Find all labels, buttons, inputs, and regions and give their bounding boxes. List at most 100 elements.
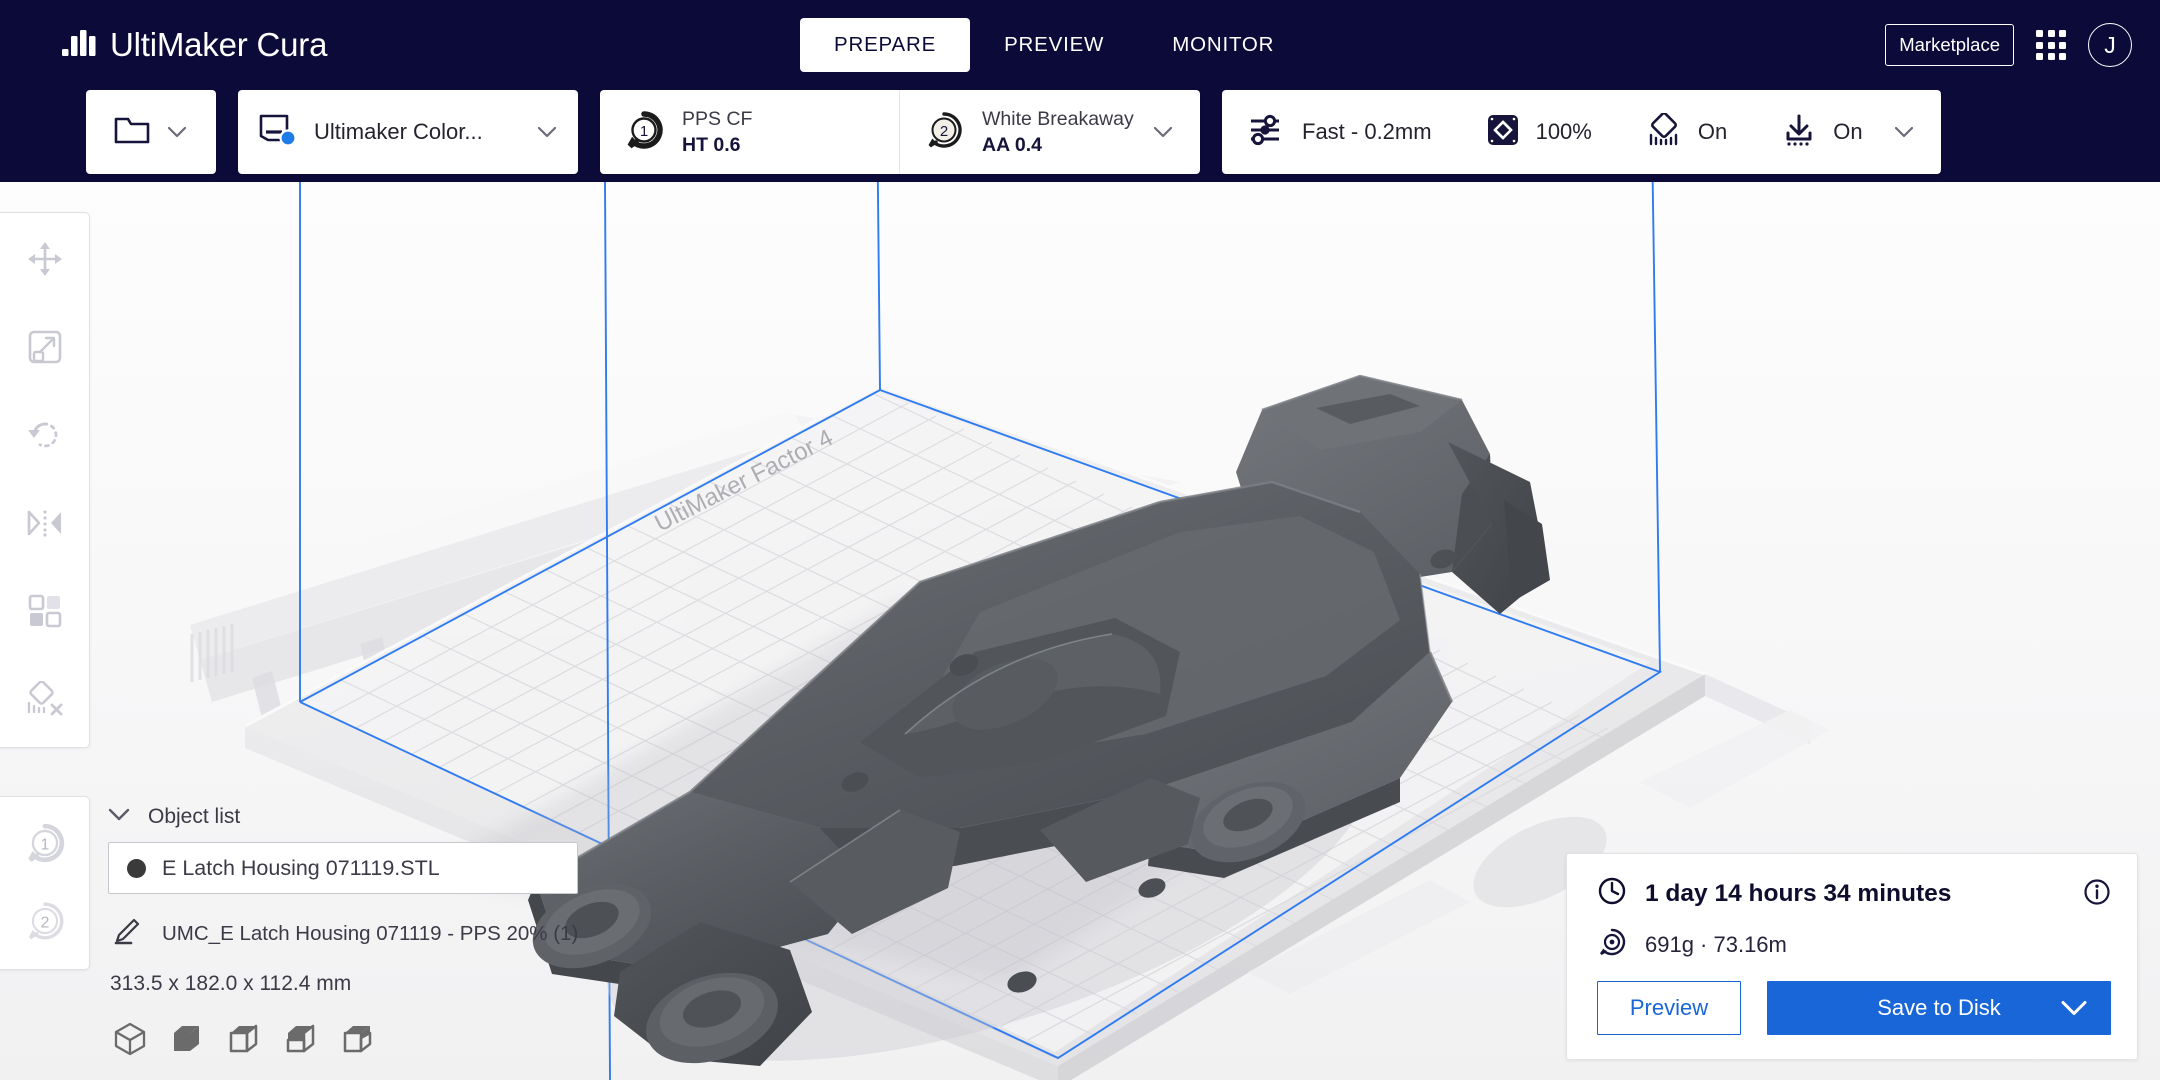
- object-color-dot: [127, 858, 146, 878]
- extruder-config-1[interactable]: 1 PPS CF HT 0.6: [600, 90, 900, 174]
- open-file-button[interactable]: [86, 90, 216, 174]
- chevron-down-icon[interactable]: [536, 121, 558, 143]
- scale-tool[interactable]: [14, 317, 76, 379]
- adhesion-setting-label: On: [1833, 119, 1863, 144]
- cube-right-icon: [340, 1021, 376, 1060]
- material-usage-row: 691g · 73.16m: [1597, 927, 2111, 962]
- per-model-settings-tool[interactable]: [14, 581, 76, 643]
- account-avatar[interactable]: J: [2088, 23, 2132, 67]
- move-tool[interactable]: [14, 229, 76, 291]
- print-settings-card: Fast - 0.2mm 100% On On: [1222, 90, 1941, 174]
- extruder-1-material: PPS CF: [682, 108, 753, 131]
- material-usage: 691g · 73.16m: [1645, 931, 1787, 957]
- scale-icon: [26, 328, 64, 369]
- chevron-down-icon[interactable]: [108, 808, 130, 826]
- apps-grid-icon[interactable]: [2036, 30, 2066, 60]
- printer-selector[interactable]: Ultimaker Color...: [238, 90, 578, 174]
- extruder-config-2[interactable]: 2 White Breakaway AA 0.4: [900, 90, 1200, 174]
- marketplace-button[interactable]: Marketplace: [1885, 24, 2014, 66]
- rotate-tool[interactable]: [14, 405, 76, 467]
- chevron-down-icon[interactable]: [2061, 1001, 2087, 1016]
- view-cube-top[interactable]: [224, 1020, 264, 1060]
- sliders-icon: [1248, 114, 1286, 151]
- cura-application-window: UltiMaker Factor 4 UltiMaker Cura PREPAR…: [0, 0, 2160, 1080]
- printer-name: Ultimaker Color...: [314, 119, 483, 144]
- main-tabs: PREPARE PREVIEW MONITOR: [800, 18, 1308, 72]
- extruder-button-1[interactable]: 1: [14, 813, 76, 875]
- extruder-number-1: 1: [640, 123, 648, 140]
- brand: UltiMaker Cura: [62, 26, 327, 64]
- support-icon: [1646, 111, 1682, 152]
- active-profile-row[interactable]: UMC_E Latch Housing 071119 - PPS 20% (1): [112, 916, 578, 951]
- extruder-spool-icon: 1: [624, 110, 664, 155]
- view-orientation-buttons: [110, 1020, 578, 1060]
- infill-setting[interactable]: 100%: [1462, 113, 1622, 152]
- account-initial: J: [2104, 31, 2116, 58]
- support-setting[interactable]: On: [1622, 111, 1757, 152]
- folder-open-icon: [114, 115, 150, 150]
- profile-name: UMC_E Latch Housing 071119 - PPS 20% (1): [162, 921, 579, 945]
- chevron-down-icon[interactable]: [166, 121, 188, 143]
- clock-icon: [1597, 876, 1627, 911]
- cube-top-icon: [226, 1021, 262, 1060]
- extruder-spool-icon: 2: [24, 900, 66, 945]
- object-list-item[interactable]: E Latch Housing 071119.STL: [108, 842, 578, 894]
- adhesion-icon: [1781, 113, 1817, 152]
- view-cube-front[interactable]: [167, 1020, 207, 1060]
- infill-setting-label: 100%: [1535, 119, 1592, 144]
- print-info-panel: 1 day 14 hours 34 minutes 691g · 73.16m: [1566, 853, 2138, 1060]
- ultimaker-logo-icon: [62, 29, 96, 61]
- filament-spool-icon: [1597, 927, 1627, 962]
- tab-monitor[interactable]: MONITOR: [1138, 18, 1308, 72]
- mirror-icon: [25, 506, 65, 543]
- move-arrows-icon: [26, 240, 64, 281]
- preview-button[interactable]: Preview: [1597, 981, 1741, 1035]
- chevron-down-icon[interactable]: [1152, 121, 1174, 143]
- save-to-disk-button[interactable]: Save to Disk: [1767, 981, 2111, 1035]
- extruder-config-card: 1 PPS CF HT 0.6 2 White Breakaway AA 0.4: [600, 90, 1200, 174]
- adhesion-setting[interactable]: On: [1757, 113, 1892, 152]
- cube-front-icon: [169, 1021, 205, 1060]
- per-model-settings-icon: [26, 592, 64, 633]
- view-cube-3d[interactable]: [110, 1020, 150, 1060]
- config-bar: Ultimaker Color... 1 PPS CF HT 0.6 2 Whi…: [0, 90, 2160, 182]
- header-right-actions: Marketplace J: [1885, 0, 2142, 90]
- view-cube-right[interactable]: [338, 1020, 378, 1060]
- brand-title: UltiMaker Cura: [110, 26, 328, 63]
- model-dimensions: 313.5 x 182.0 x 112.4 mm: [110, 972, 352, 995]
- view-cube-left[interactable]: [281, 1020, 321, 1060]
- save-to-disk-label: Save to Disk: [1877, 995, 2001, 1020]
- object-list-panel: Object list E Latch Housing 071119.STL U…: [108, 805, 578, 1060]
- infill-icon: [1486, 113, 1520, 152]
- cube-left-icon: [283, 1021, 319, 1060]
- support-blocker-icon: [25, 679, 65, 720]
- left-toolbar: [0, 212, 90, 748]
- support-blocker-tool[interactable]: [14, 669, 76, 731]
- extruder-2-material: White Breakaway: [982, 108, 1134, 131]
- tab-prepare[interactable]: PREPARE: [800, 18, 971, 72]
- pencil-icon: [112, 916, 142, 951]
- profile-setting[interactable]: Fast - 0.2mm: [1248, 114, 1462, 151]
- object-list-title: Object list: [148, 805, 241, 828]
- printer-icon: [258, 113, 298, 152]
- object-list-header[interactable]: Object list: [108, 805, 578, 829]
- support-setting-label: On: [1697, 119, 1728, 144]
- mirror-tool[interactable]: [14, 493, 76, 555]
- print-time-row: 1 day 14 hours 34 minutes: [1597, 876, 2111, 911]
- print-time: 1 day 14 hours 34 minutes: [1645, 879, 1952, 907]
- extruder-button-2[interactable]: 2: [14, 891, 76, 953]
- print-action-buttons: Preview Save to Disk: [1597, 981, 2111, 1035]
- svg-text:1: 1: [41, 836, 50, 853]
- extruder-2-nozzle: AA 0.4: [982, 133, 1042, 156]
- extruder-selector-panel: 1 2: [0, 796, 90, 970]
- info-icon[interactable]: [2083, 878, 2111, 906]
- rotate-icon: [26, 416, 64, 457]
- cube-wireframe-icon: [112, 1021, 148, 1060]
- extruder-1-nozzle: HT 0.6: [682, 133, 741, 156]
- chevron-down-icon[interactable]: [1893, 121, 1915, 143]
- extruder-spool-icon: 2: [924, 110, 964, 155]
- object-name: E Latch Housing 071119.STL: [162, 855, 440, 880]
- svg-text:2: 2: [41, 914, 50, 931]
- profile-setting-label: Fast - 0.2mm: [1302, 119, 1432, 144]
- tab-preview[interactable]: PREVIEW: [970, 18, 1138, 72]
